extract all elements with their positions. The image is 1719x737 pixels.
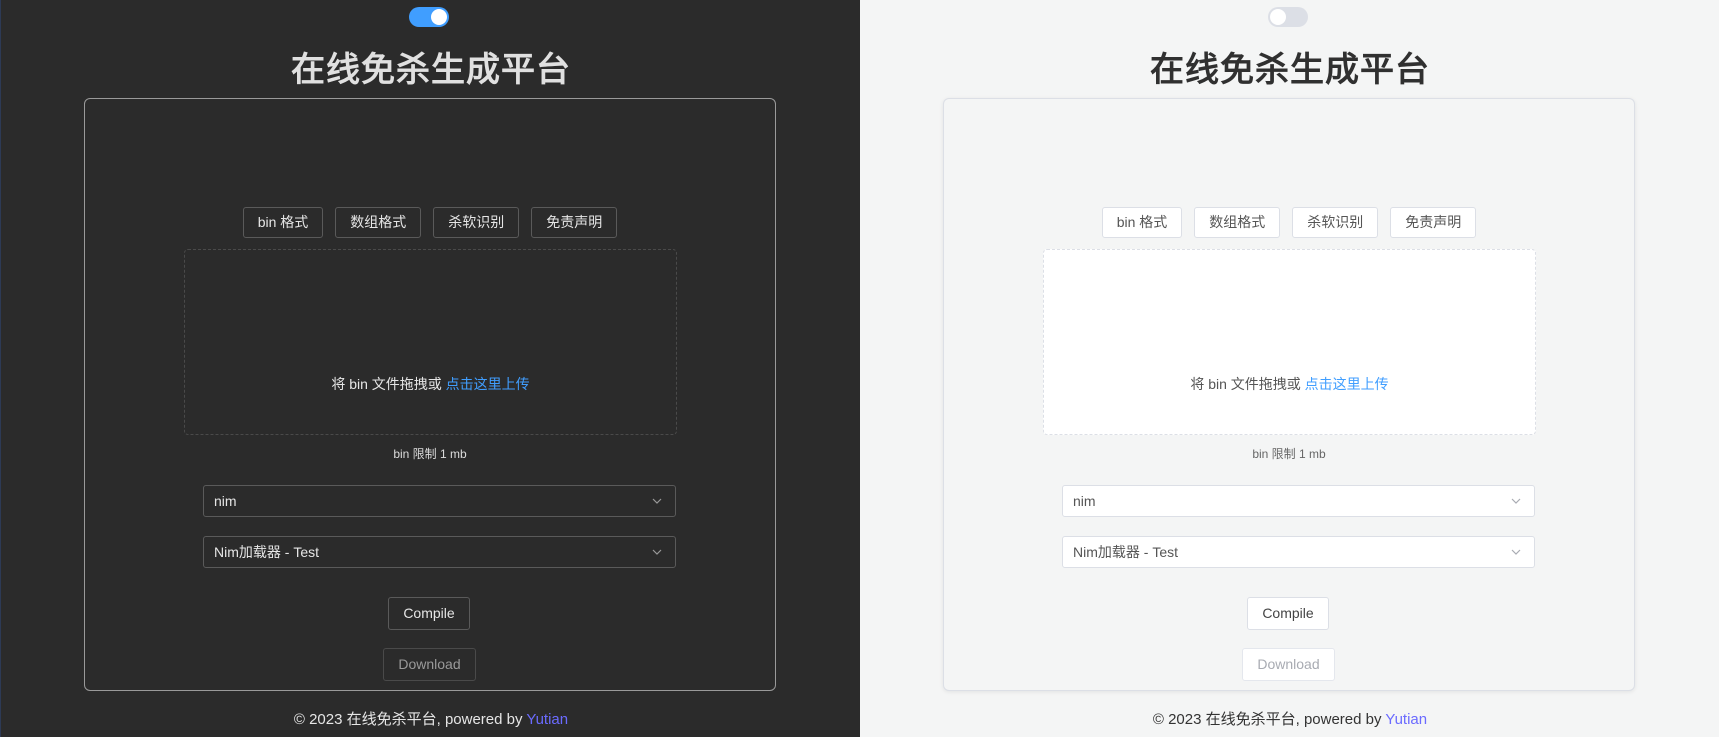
tab-bar: bin 格式 数组格式 杀软识别 免责声明 — [944, 207, 1634, 238]
language-select[interactable]: nim — [203, 485, 676, 517]
page-title: 在线免杀生成平台 — [291, 51, 571, 89]
loader-select[interactable]: Nim加载器 - Test — [1062, 536, 1535, 568]
theme-toggle-switch[interactable] — [1268, 7, 1308, 27]
chevron-down-icon — [1511, 498, 1521, 504]
footer-text: © 2023 在线免杀平台, powered by — [1152, 711, 1386, 728]
dark-theme-panel: 在线免杀生成平台 bin 格式 数组格式 杀软识别 免责声明 将 bin 文件拖… — [0, 0, 860, 737]
tab-bin-format[interactable]: bin 格式 — [1101, 207, 1183, 238]
footer-text: © 2023 在线免杀平台, powered by — [293, 711, 527, 728]
download-button[interactable]: Download — [383, 648, 476, 681]
light-theme-panel: 在线免杀生成平台 bin 格式 数组格式 杀软识别 免责声明 将 bin 文件拖… — [860, 0, 1719, 737]
tab-av-detection[interactable]: 杀软识别 — [1292, 207, 1379, 238]
toggle-knob — [431, 9, 447, 25]
download-button[interactable]: Download — [1242, 648, 1335, 681]
chevron-down-icon — [652, 498, 662, 504]
theme-toggle-switch[interactable] — [409, 7, 449, 27]
tab-bar: bin 格式 数组格式 杀软识别 免责声明 — [85, 207, 775, 238]
upload-link[interactable]: 点击这里上传 — [1305, 376, 1389, 392]
tab-array-format[interactable]: 数组格式 — [335, 207, 422, 238]
chevron-down-icon — [652, 549, 662, 555]
author-link[interactable]: Yutian — [526, 711, 568, 728]
main-card: bin 格式 数组格式 杀软识别 免责声明 将 bin 文件拖拽或 点击这里上传… — [84, 98, 776, 691]
language-select-value: nim — [214, 493, 237, 509]
upload-hint-text: 将 bin 文件拖拽或 — [1190, 376, 1305, 392]
author-link[interactable]: Yutian — [1385, 711, 1427, 728]
upload-size-limit: bin 限制 1 mb — [1252, 447, 1326, 461]
tab-disclaimer[interactable]: 免责声明 — [1390, 207, 1477, 238]
upload-dropzone[interactable]: 将 bin 文件拖拽或 点击这里上传 — [184, 249, 677, 435]
tab-array-format[interactable]: 数组格式 — [1194, 207, 1281, 238]
footer: © 2023 在线免杀平台, powered by Yutian — [860, 708, 1719, 729]
footer: © 2023 在线免杀平台, powered by Yutian — [1, 708, 861, 729]
loader-select-value: Nim加载器 - Test — [1073, 544, 1178, 560]
tab-disclaimer[interactable]: 免责声明 — [531, 207, 618, 238]
main-card: bin 格式 数组格式 杀软识别 免责声明 将 bin 文件拖拽或 点击这里上传… — [943, 98, 1635, 691]
page-title: 在线免杀生成平台 — [1150, 51, 1430, 89]
tab-bin-format[interactable]: bin 格式 — [242, 207, 324, 238]
compile-button[interactable]: Compile — [388, 597, 470, 630]
upload-hint-text: 将 bin 文件拖拽或 — [331, 376, 446, 392]
language-select-value: nim — [1073, 493, 1096, 509]
language-select[interactable]: nim — [1062, 485, 1535, 517]
loader-select-value: Nim加载器 - Test — [214, 544, 319, 560]
upload-hint: 将 bin 文件拖拽或 点击这里上传 — [185, 374, 676, 394]
tab-av-detection[interactable]: 杀软识别 — [433, 207, 520, 238]
upload-hint: 将 bin 文件拖拽或 点击这里上传 — [1044, 374, 1535, 394]
toggle-knob — [1270, 9, 1286, 25]
loader-select[interactable]: Nim加载器 - Test — [203, 536, 676, 568]
upload-link[interactable]: 点击这里上传 — [446, 376, 530, 392]
chevron-down-icon — [1511, 549, 1521, 555]
compile-button[interactable]: Compile — [1247, 597, 1329, 630]
upload-dropzone[interactable]: 将 bin 文件拖拽或 点击这里上传 — [1043, 249, 1536, 435]
upload-size-limit: bin 限制 1 mb — [393, 447, 467, 461]
